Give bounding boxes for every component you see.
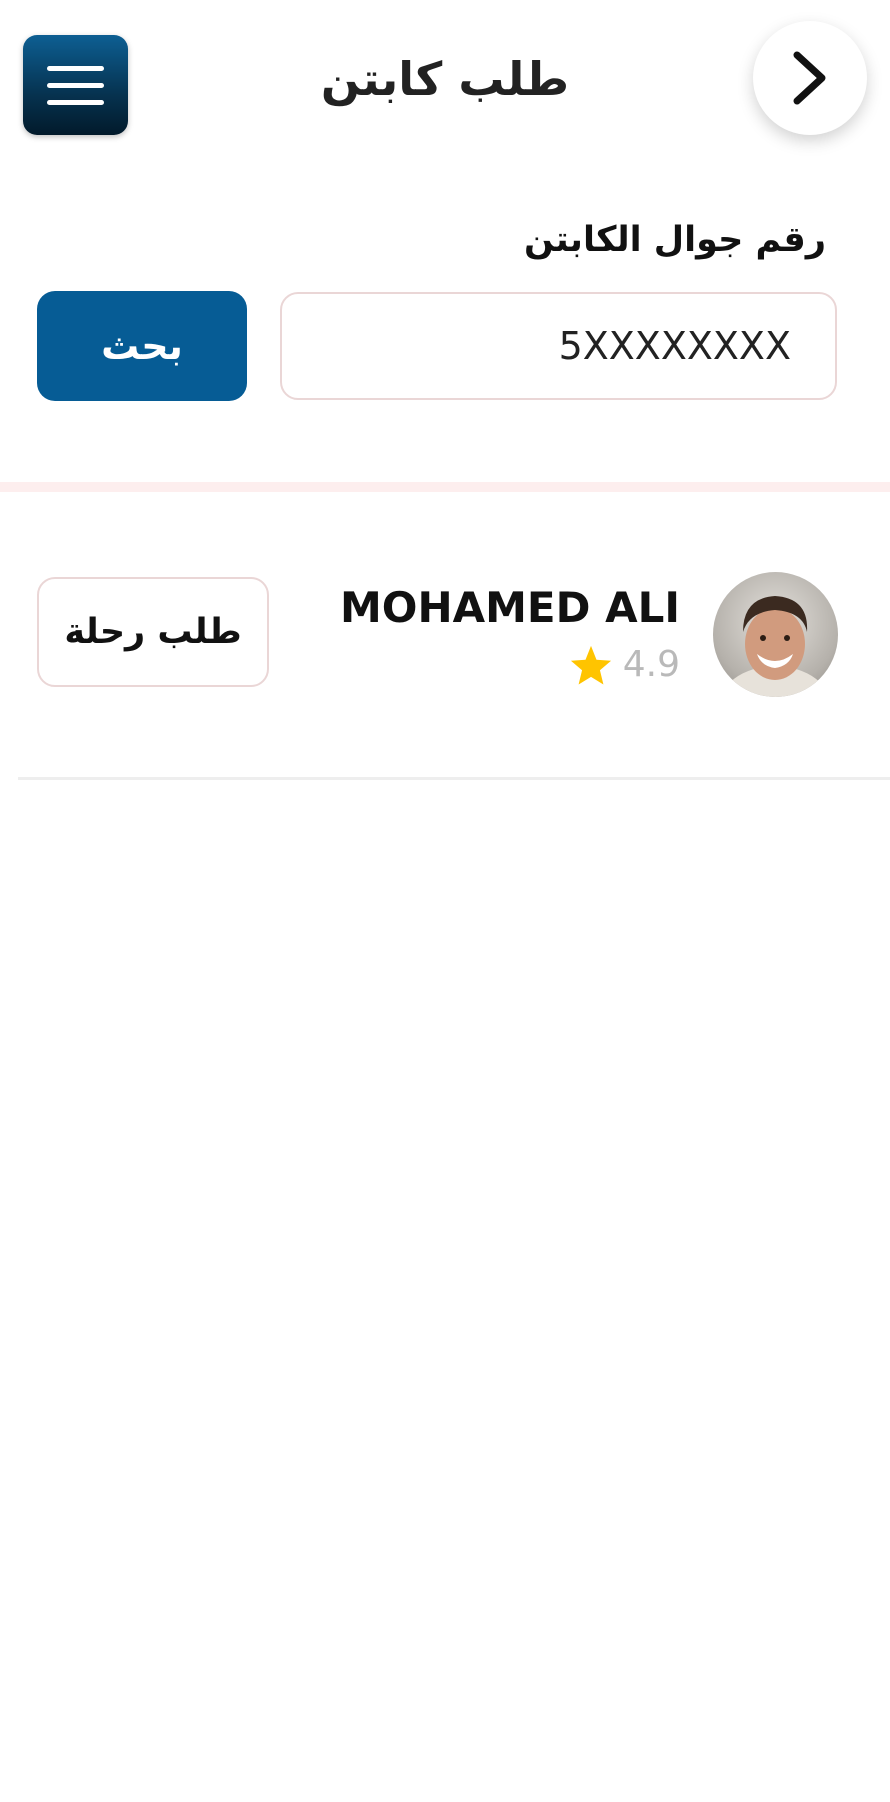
rating-value: 4.9 <box>622 644 680 685</box>
section-divider <box>0 482 890 492</box>
back-button[interactable] <box>753 21 867 135</box>
captain-phone-input[interactable] <box>280 292 837 400</box>
hamburger-menu-icon-bar <box>47 99 104 105</box>
chevron-right-icon <box>793 51 826 105</box>
request-trip-button[interactable]: طلب رحلة <box>37 577 269 687</box>
search-button[interactable]: بحث <box>37 291 247 401</box>
captain-name: MOHAMED ALI <box>339 583 680 632</box>
captain-phone-label: رقم جوال الكابتن <box>524 220 826 260</box>
card-divider <box>18 777 890 780</box>
captain-avatar <box>713 572 838 697</box>
captain-rating: 4.9 <box>569 643 680 686</box>
page-title: طلب كابتن <box>320 52 570 106</box>
hamburger-menu-icon-bar <box>47 82 104 88</box>
star-icon <box>570 645 611 685</box>
menu-button[interactable] <box>23 35 128 135</box>
captain-result-card: MOHAMED ALI 4.9 طلب رحلة <box>0 560 890 700</box>
hamburger-menu-icon-bar <box>47 65 104 71</box>
captain-avatar-image <box>719 596 831 697</box>
